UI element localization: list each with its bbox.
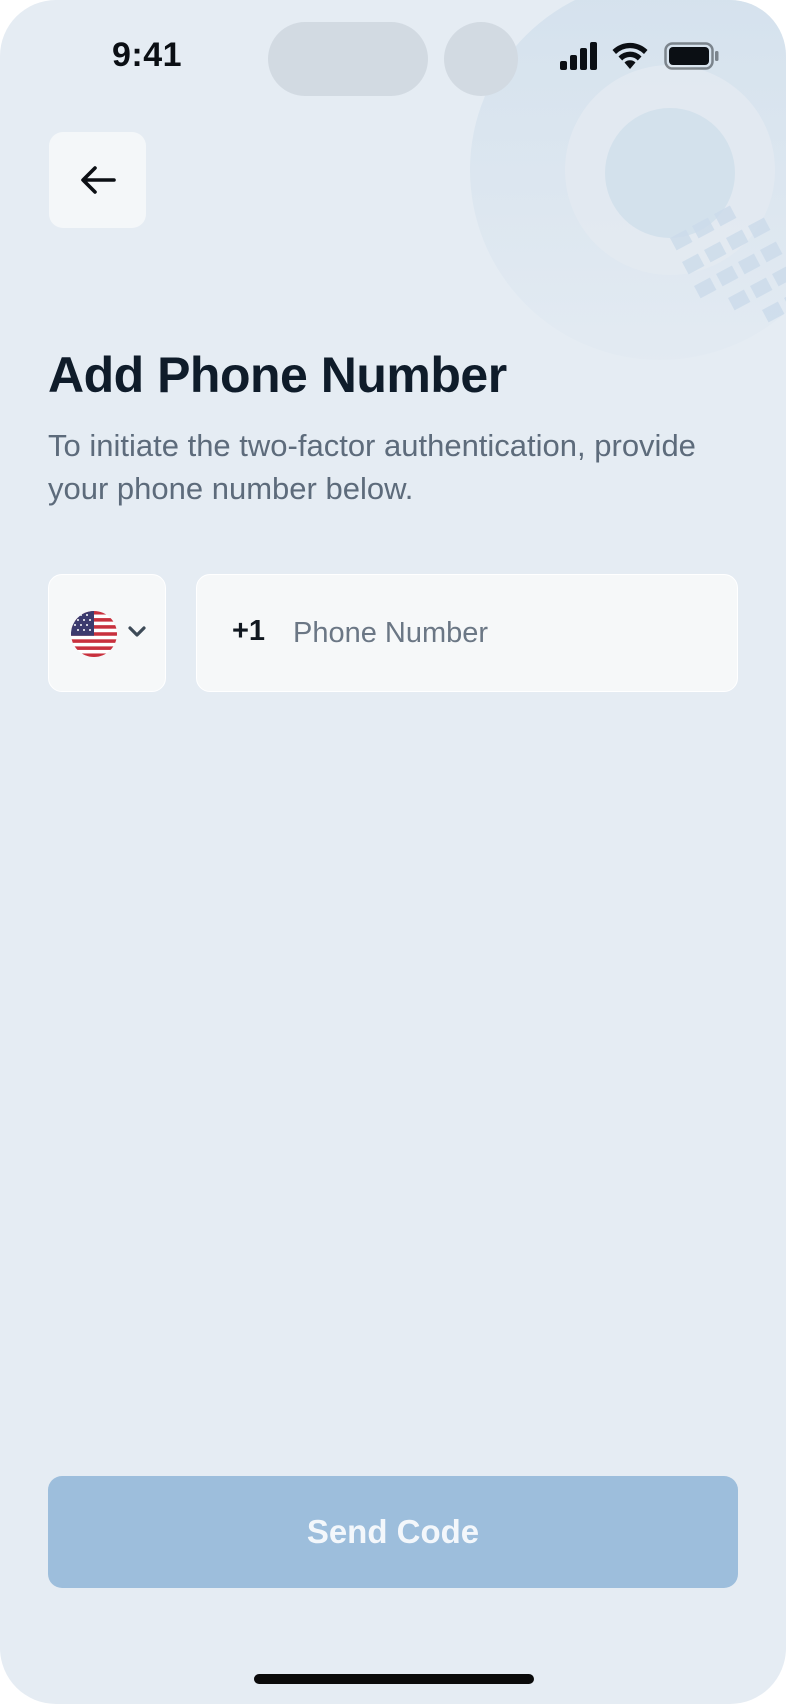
send-code-button[interactable]: Send Code (48, 1476, 738, 1588)
dial-code: +1 (232, 615, 266, 647)
wifi-icon (612, 42, 648, 69)
back-button[interactable] (49, 132, 146, 228)
phone-screen: 9:41 Add Phone Number To initiate the tw… (0, 0, 786, 1704)
battery-icon (664, 42, 719, 70)
signal-icon (560, 42, 597, 70)
arrow-left-icon (80, 166, 116, 194)
status-time: 9:41 (112, 36, 183, 74)
phone-number-input[interactable] (293, 605, 713, 661)
us-flag-icon (71, 611, 117, 657)
phone-number-field[interactable]: +1 (196, 574, 738, 692)
page-title: Add Phone Number (48, 347, 507, 403)
chevron-down-icon (128, 626, 146, 637)
home-indicator (254, 1674, 534, 1684)
country-selector[interactable] (48, 574, 166, 692)
dynamic-island-camera (444, 22, 518, 96)
page-subtitle: To initiate the two-factor authenticatio… (48, 428, 696, 506)
dynamic-island (268, 22, 428, 96)
